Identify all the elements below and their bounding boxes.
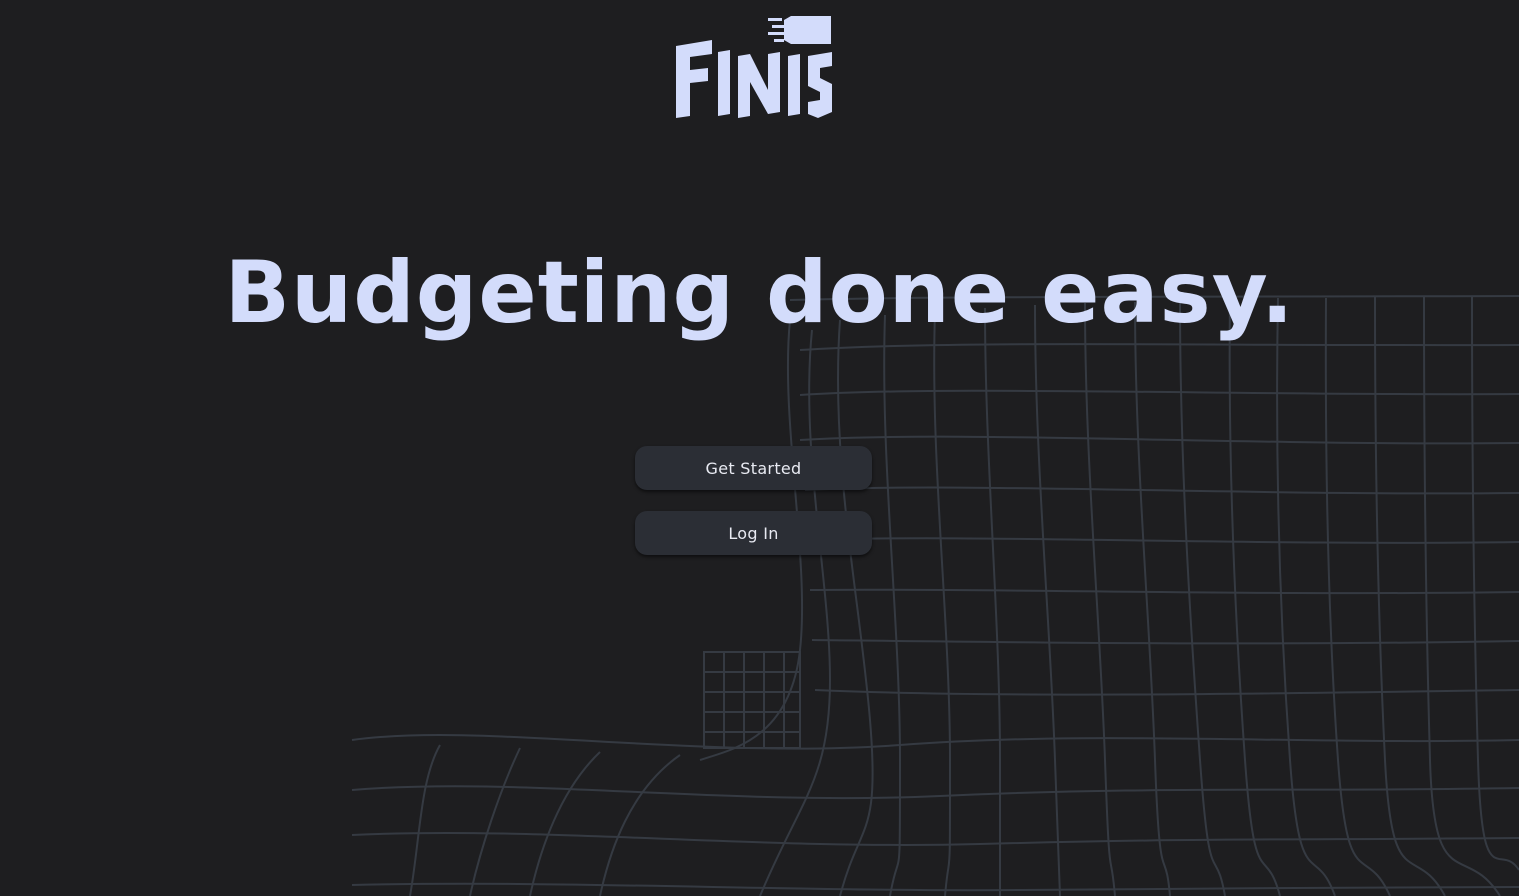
log-in-button[interactable]: Log In [635, 511, 872, 555]
hero-headline: Budgeting done easy. [224, 243, 1295, 343]
get-started-button[interactable]: Get Started [635, 446, 872, 490]
finis-logo [676, 16, 832, 118]
get-started-label: Get Started [705, 458, 802, 478]
landing-page: Budgeting done easy. Get Started Log In [0, 0, 1519, 896]
log-in-label: Log In [728, 523, 779, 543]
